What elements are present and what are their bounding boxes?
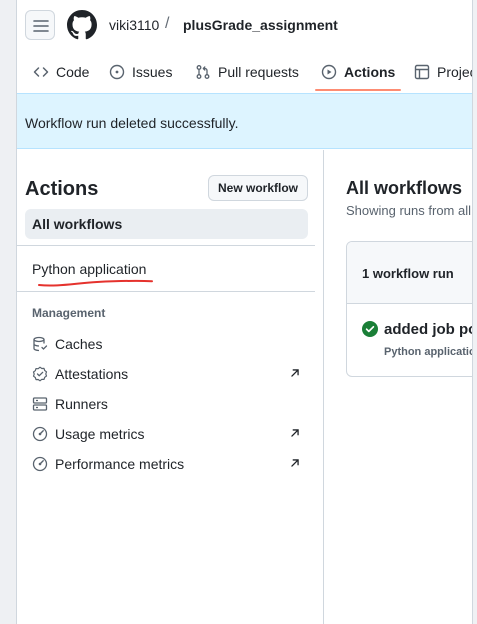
sidebar-item-usage-metrics[interactable]: Usage metrics xyxy=(32,424,302,444)
active-tab-indicator xyxy=(315,89,401,91)
window-edge xyxy=(472,0,477,624)
issue-opened-icon xyxy=(109,64,125,80)
github-actions-page: viki3110 / plusGrade_assignment Code Iss… xyxy=(16,0,472,624)
breadcrumb-separator: / xyxy=(165,15,170,32)
new-workflow-button[interactable]: New workflow xyxy=(208,175,308,201)
check-circle-fill-icon xyxy=(362,321,378,337)
page-title: All workflows xyxy=(346,178,463,198)
tab-issues[interactable]: Issues xyxy=(109,52,172,92)
page-subtitle: Showing runs from all workflows xyxy=(346,203,472,218)
divider xyxy=(17,245,315,246)
runs-count: 1 workflow run xyxy=(362,266,454,281)
server-icon xyxy=(32,397,48,411)
meter-icon xyxy=(32,456,48,472)
workflow-runs-panel: All workflows Showing runs from all work… xyxy=(324,150,472,624)
sidebar-item-python-application[interactable]: Python application xyxy=(32,261,146,277)
sidebar-item-label: Caches xyxy=(55,336,103,352)
red-underline-annotation xyxy=(38,279,153,287)
sidebar-item-label: Usage metrics xyxy=(55,426,145,442)
sidebar-item-label: Performance metrics xyxy=(55,456,185,472)
sidebar-item-attestations[interactable]: Attestations xyxy=(32,364,302,384)
runs-list-header: 1 workflow run xyxy=(347,242,472,304)
run-title-link[interactable]: added job possibilities xyxy=(384,321,472,338)
tab-label: Pull requests xyxy=(218,64,299,80)
sidebar-title: Actions xyxy=(25,178,99,200)
link-external-icon xyxy=(291,429,299,437)
tab-label: Issues xyxy=(132,64,173,80)
sidebar-item-performance-metrics[interactable]: Performance metrics xyxy=(32,454,302,474)
divider xyxy=(17,291,315,292)
hamburger-icon xyxy=(33,20,49,32)
database-icon xyxy=(33,336,48,352)
sidebar-item-all-workflows[interactable]: All workflows xyxy=(25,209,308,239)
flash-message: Workflow run deleted successfully. xyxy=(25,115,239,131)
tab-label: Projects xyxy=(437,64,472,80)
tab-label: Actions xyxy=(344,64,396,80)
verified-icon xyxy=(32,366,48,382)
table-icon xyxy=(414,64,430,80)
repo-nav-tabs: Code Issues Pull requests Actions Projec… xyxy=(17,52,472,92)
tab-actions[interactable]: Actions xyxy=(321,52,395,92)
menu-button[interactable] xyxy=(25,10,55,40)
tab-pull-requests[interactable]: Pull requests xyxy=(195,52,299,92)
sidebar-item-label: Runners xyxy=(55,396,108,412)
github-logo-icon[interactable] xyxy=(67,10,97,40)
code-icon xyxy=(33,67,49,77)
sidebar-item-label: Attestations xyxy=(55,366,129,382)
actions-sidebar: Actions New workflow All workflows Pytho… xyxy=(17,150,323,624)
repo-name-link[interactable]: plusGrade_assignment xyxy=(183,17,338,33)
link-external-icon xyxy=(291,459,299,467)
sidebar-item-label: All workflows xyxy=(32,216,123,232)
tab-code[interactable]: Code xyxy=(33,52,89,92)
top-bar: viki3110 / plusGrade_assignment xyxy=(17,0,472,50)
flash-notice: Workflow run deleted successfully. xyxy=(17,93,472,149)
meter-icon xyxy=(32,426,48,442)
git-pull-request-icon xyxy=(196,65,210,79)
play-icon xyxy=(321,64,337,80)
link-external-icon xyxy=(291,369,299,377)
run-workflow-name: Python application xyxy=(384,346,472,358)
tab-label: Code xyxy=(56,64,90,80)
repo-owner-link[interactable]: viki3110 xyxy=(109,17,159,33)
workflow-runs-list: 1 workflow run added job possibilities P… xyxy=(346,241,472,377)
tab-projects[interactable]: Projects xyxy=(414,52,472,92)
sidebar-item-caches[interactable]: Caches xyxy=(32,334,302,354)
sidebar-item-runners[interactable]: Runners xyxy=(32,394,302,414)
management-heading: Management xyxy=(32,306,106,320)
